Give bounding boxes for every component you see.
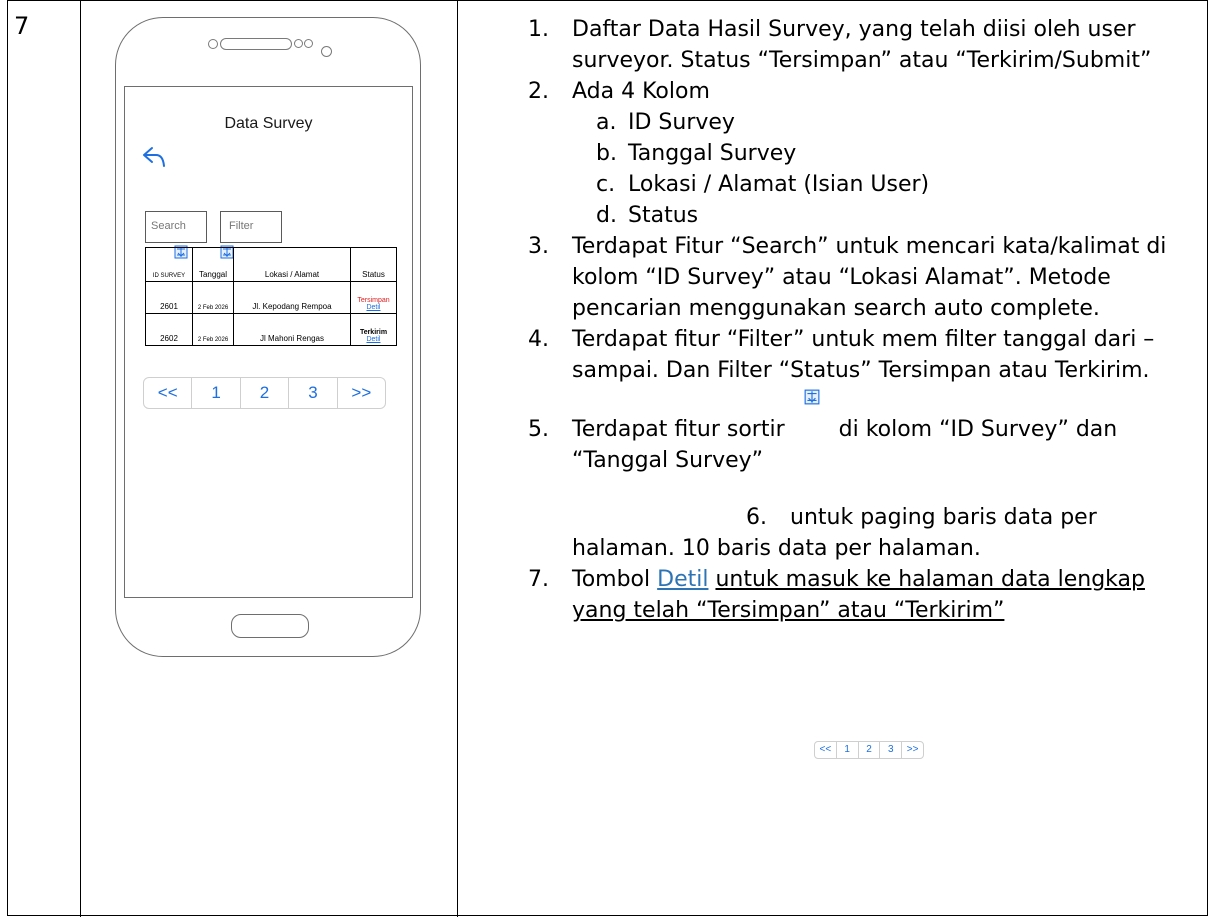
sub-list-item: a. ID Survey [596,110,735,135]
table-header-row: ID SURVEY Tanggal Lokasi / Alamat Status [145,247,397,282]
pager-next: >> [906,744,919,755]
pager-page-2: 2 [859,742,881,758]
pagination: << 1 2 3 >> [143,377,386,409]
sub-list-item: b. Tanggal Survey [596,141,797,166]
detail-link[interactable]: Detil [353,336,394,343]
header-id[interactable]: ID SURVEY [145,247,193,282]
phone-sensor [208,39,218,49]
back-arrow-icon[interactable] [139,144,169,170]
detail-link[interactable]: Detil [657,567,708,592]
cell-status: Tersimpan Detil [350,281,397,314]
status-label: Terkirim [359,329,388,336]
cell-date: 2 Feb 2026 [192,281,234,314]
cell-location: Jl Mahoni Rengas [233,313,351,346]
header-location: Lokasi / Alamat [233,247,351,282]
header-status: Status [350,247,397,282]
pagination-example: << 1 2 3 >> [814,741,924,759]
column-divider-2 [457,0,458,917]
pager-prev[interactable]: << [144,378,193,408]
pager-page-3[interactable]: 3 [289,378,338,408]
description-list: 1. Daftar Data Hasil Survey, yang telah … [528,14,1200,626]
list-item: 5. Terdapat fitur sortir di kolom “ID Su… [528,389,1200,476]
phone-camera [321,46,332,57]
table-row: 2601 2 Feb 2026 Jl. Kepodang Rempoa Ters… [145,281,397,314]
status-label: Tersimpan [357,297,390,304]
survey-table: ID SURVEY Tanggal Lokasi / Alamat Status… [145,247,397,346]
cell-id: 2602 [145,313,193,346]
cell-status: Terkirim Detil [350,313,397,346]
list-item: 4. Terdapat fitur “Filter” untuk mem fil… [528,327,1155,383]
row-number: 7 [14,12,30,40]
list-item: 7. Tombol Detil untuk masuk ke halaman d… [528,567,1145,623]
sort-icon [792,389,832,434]
cell-date: 2 Feb 2026 [192,313,234,346]
cell-id: 2601 [145,281,193,314]
list-item: 2. Ada 4 Kolom [528,79,710,104]
header-date[interactable]: Tanggal [192,247,234,282]
search-input[interactable]: Search [145,211,207,243]
phone-dot [294,39,303,48]
pager-page-2[interactable]: 2 [241,378,290,408]
pager-next[interactable]: >> [338,378,385,408]
table-row: 2602 2 Feb 2026 Jl Mahoni Rengas Terkiri… [145,313,397,346]
detail-link[interactable]: Detil [353,304,394,311]
pager-page-1: 1 [837,742,859,758]
list-item: 3. Terdapat Fitur “Search” untuk mencari… [528,234,1167,321]
pager-page-3: 3 [880,742,903,758]
pager-prev: << [815,742,837,758]
filter-input[interactable]: Filter [220,211,282,243]
home-button[interactable] [231,614,309,638]
list-item: 6. untuk paging baris data per halaman. … [572,505,1097,561]
cell-location: Jl. Kepodang Rempoa [233,281,351,314]
column-divider-1 [80,0,81,917]
sub-list-item: d. Status [596,203,699,228]
phone-speaker [220,38,292,50]
phone-dot [304,39,313,48]
sub-list-item: c. Lokasi / Alamat (Isian User) [596,172,930,197]
screen-title: Data Survey [224,115,313,132]
pager-page-1[interactable]: 1 [192,378,241,408]
list-item: 1. Daftar Data Hasil Survey, yang telah … [528,17,1152,73]
